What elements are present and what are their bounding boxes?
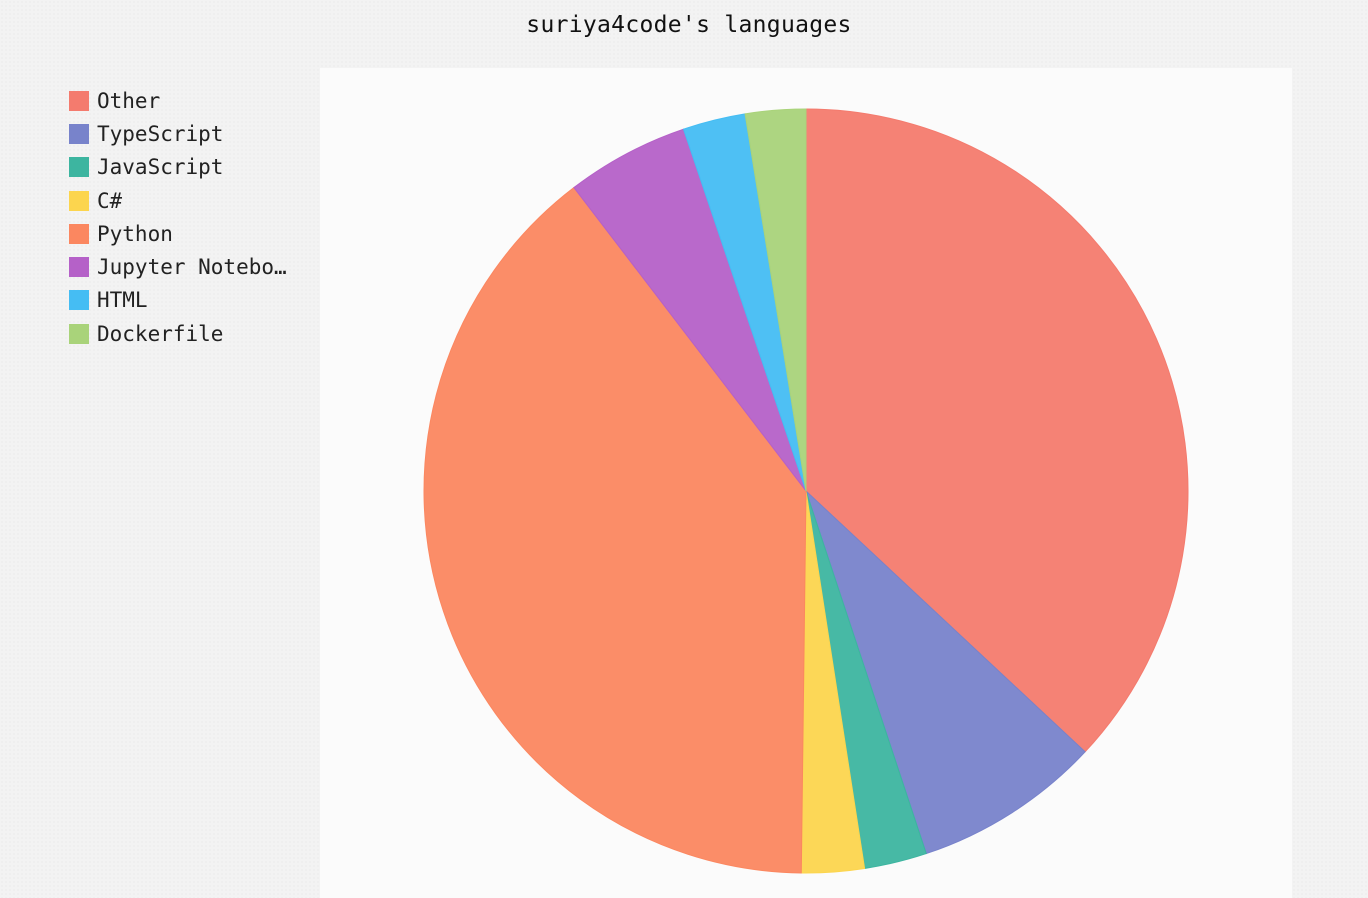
pie-chart [423, 108, 1189, 874]
